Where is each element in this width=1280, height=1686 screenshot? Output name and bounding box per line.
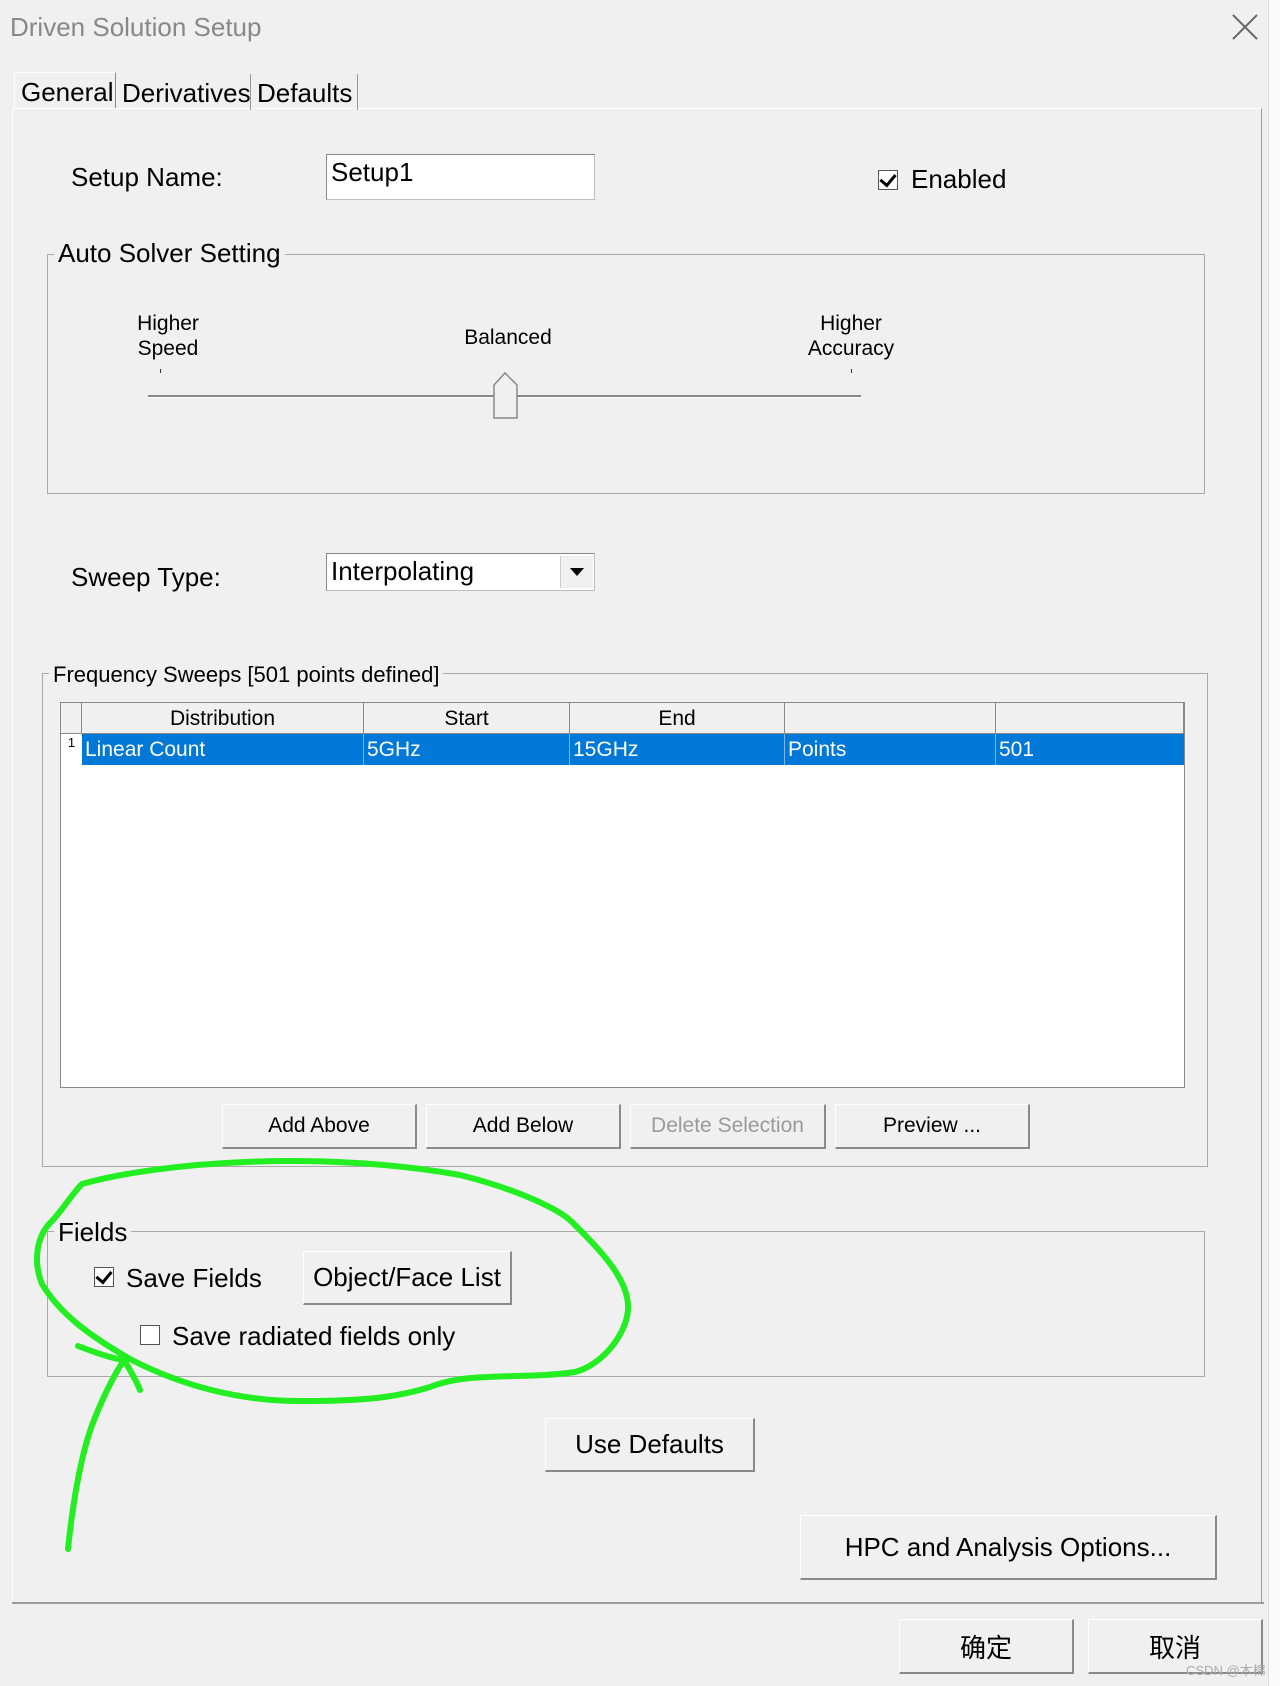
- slider-tick-left: [160, 369, 161, 373]
- frequency-sweeps-table: Distribution Start End 1 Linear Count 5G…: [60, 702, 1185, 1088]
- panel-divider: [12, 1602, 1264, 1604]
- dropdown-button[interactable]: [560, 556, 593, 588]
- setup-name-input[interactable]: Setup1: [326, 154, 595, 200]
- chevron-down-icon: [570, 568, 584, 576]
- delete-selection-button[interactable]: Delete Selection: [630, 1104, 826, 1149]
- setup-name-label: Setup Name:: [71, 162, 223, 192]
- balanced-label: Balanced: [464, 326, 552, 349]
- tab-defaults[interactable]: Defaults: [251, 74, 358, 110]
- ok-button[interactable]: 确定: [899, 1619, 1074, 1674]
- watermark: CSDN @木棉: [1186, 1663, 1266, 1678]
- cell-distribution[interactable]: Linear Count: [82, 734, 364, 765]
- enabled-label: Enabled: [911, 164, 1007, 194]
- cell-end[interactable]: 15GHz: [570, 734, 785, 765]
- auto-solver-group: [47, 254, 1205, 494]
- preview-button[interactable]: Preview ...: [835, 1104, 1030, 1149]
- use-defaults-button[interactable]: Use Defaults: [545, 1418, 755, 1472]
- tab-general[interactable]: General: [14, 72, 116, 108]
- window-edge: [1268, 0, 1280, 1686]
- sweep-type-select[interactable]: Interpolating: [326, 553, 595, 591]
- add-below-button[interactable]: Add Below: [426, 1104, 621, 1149]
- column-header-units[interactable]: [785, 703, 996, 734]
- fields-title: Fields: [54, 1217, 132, 1248]
- save-fields-label: Save Fields: [126, 1263, 262, 1293]
- table-corner: [61, 703, 82, 734]
- cell-type[interactable]: Points: [785, 734, 996, 765]
- column-header-value[interactable]: [996, 703, 1184, 734]
- tab-derivatives[interactable]: Derivatives: [116, 74, 251, 110]
- save-radiated-label: Save radiated fields only: [172, 1321, 456, 1351]
- hpc-analysis-options-button[interactable]: HPC and Analysis Options...: [800, 1515, 1217, 1580]
- add-above-button[interactable]: Add Above: [222, 1104, 417, 1149]
- close-icon[interactable]: [1228, 10, 1262, 44]
- cell-start[interactable]: 5GHz: [364, 734, 570, 765]
- slider-tick-right: [851, 369, 852, 373]
- row-index: 1: [61, 734, 83, 765]
- cell-count[interactable]: 501: [996, 734, 1184, 765]
- column-header-end[interactable]: End: [570, 703, 785, 734]
- higher-speed-label: Higher Speed: [137, 312, 199, 360]
- enabled-checkbox[interactable]: [878, 169, 898, 190]
- checkmark-icon: [879, 169, 897, 188]
- solver-slider-thumb[interactable]: [493, 371, 519, 419]
- column-header-start[interactable]: Start: [364, 703, 570, 734]
- auto-solver-title: Auto Solver Setting: [54, 238, 285, 269]
- sweep-type-value: Interpolating: [331, 556, 475, 586]
- object-face-list-button[interactable]: Object/Face List: [303, 1251, 512, 1305]
- column-header-distribution[interactable]: Distribution: [82, 703, 364, 734]
- checkmark-icon: [95, 1266, 113, 1285]
- window-title: Driven Solution Setup: [10, 12, 262, 42]
- save-fields-checkbox[interactable]: [94, 1266, 114, 1287]
- fields-group: [47, 1231, 1205, 1377]
- sweep-type-label: Sweep Type:: [71, 562, 221, 592]
- save-radiated-checkbox[interactable]: [140, 1325, 160, 1345]
- frequency-sweeps-title: Frequency Sweeps [501 points defined]: [49, 662, 444, 688]
- higher-accuracy-label: Higher Accuracy: [807, 312, 895, 360]
- table-row[interactable]: 1 Linear Count 5GHz 15GHz Points 501: [61, 734, 1184, 765]
